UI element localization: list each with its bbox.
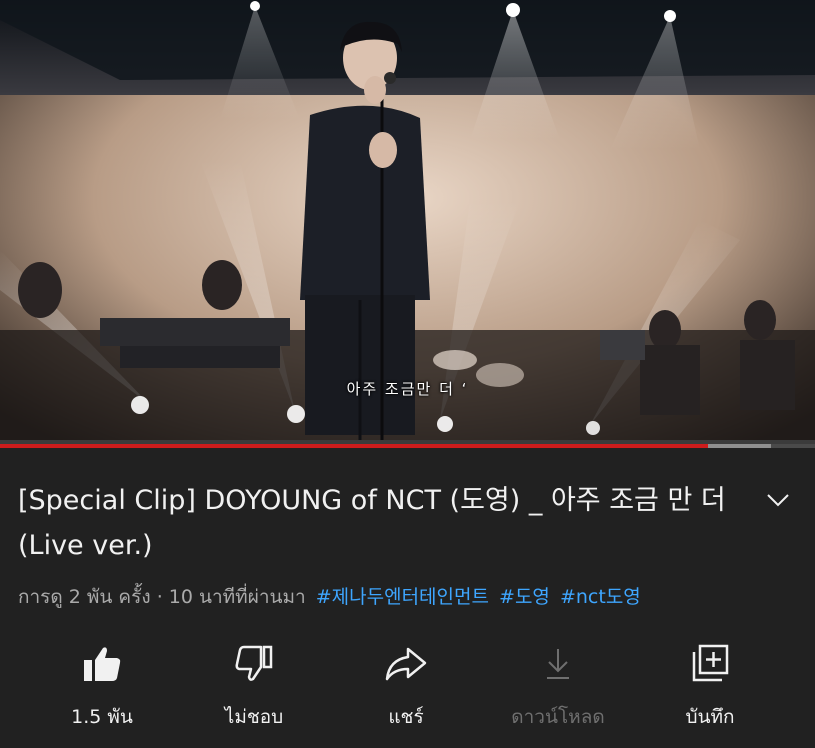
thumbs-down-icon — [235, 645, 273, 681]
video-title: [Special Clip] DOYOUNG of NCT (도영) _ 아주 … — [18, 485, 726, 561]
progress-played — [0, 444, 708, 448]
action-bar: 1.5 พัน ไม่ชอบ แชร์ ดาวน์โหลด บันทึก — [0, 640, 815, 740]
download-icon — [547, 649, 569, 679]
save-button[interactable]: บันทึก — [645, 640, 775, 732]
view-count: การดู 2 พัน ครั้ง — [18, 586, 151, 608]
video-meta: การดู 2 พัน ครั้ง · 10 นาทีที่ผ่านมา #제나… — [18, 582, 808, 612]
like-button[interactable]: 1.5 พัน — [37, 640, 167, 732]
share-button[interactable]: แชร์ — [341, 640, 471, 732]
hashtag-link[interactable]: #nct도영 — [560, 586, 641, 608]
video-frame — [0, 0, 815, 440]
upload-time: 10 นาทีที่ผ่านมา — [168, 586, 306, 608]
meta-separator: · — [156, 586, 163, 608]
download-label: ดาวน์โหลด — [511, 706, 605, 728]
progress-bar[interactable] — [0, 440, 815, 448]
share-label: แชร์ — [388, 706, 424, 728]
thumbs-up-icon — [84, 647, 121, 681]
download-button[interactable]: ดาวน์โหลด — [493, 640, 623, 732]
video-subtitle: 아주 조금만 더 ‘ — [346, 380, 469, 398]
chevron-down-icon — [767, 494, 789, 507]
expand-description-button[interactable] — [763, 487, 793, 513]
hashtag-link[interactable]: #도영 — [499, 586, 550, 608]
add-to-playlist-icon — [692, 644, 729, 682]
dislike-button[interactable]: ไม่ชอบ — [189, 640, 319, 732]
dislike-label: ไม่ชอบ — [224, 706, 284, 728]
video-player[interactable]: 아주 조금만 더 ‘ — [0, 0, 815, 440]
like-count: 1.5 พัน — [71, 706, 133, 728]
save-label: บันทึก — [685, 706, 735, 728]
hashtag-link[interactable]: #제나두엔터테인먼트 — [316, 586, 489, 608]
share-icon — [385, 647, 427, 681]
